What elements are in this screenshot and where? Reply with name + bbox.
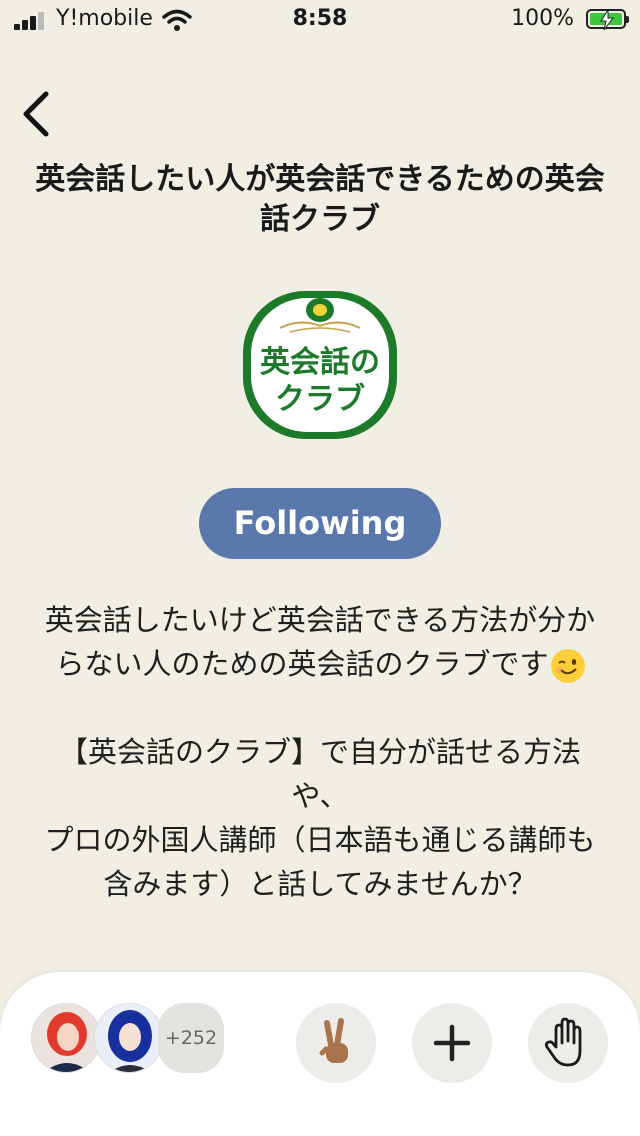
description-line-2: 【英会話のクラブ】で自分が話せる方法や、: [58, 735, 581, 813]
listener-count-badge[interactable]: +252: [158, 1003, 224, 1073]
status-bar: Y!mobile 8:58 100%: [0, 0, 640, 40]
peace-sign-button[interactable]: [296, 1003, 376, 1083]
club-logo: 英会話の クラブ: [240, 288, 400, 442]
battery-percent: 100%: [511, 6, 574, 31]
room-description: 英会話したいけど英会話できる方法が分からない人のための英会話のクラブです 【英会…: [34, 598, 606, 906]
following-button[interactable]: Following: [199, 488, 441, 559]
logo-text-line2: クラブ: [275, 382, 365, 417]
logo-text-line1: 英会話の: [260, 345, 380, 380]
page-title: 英会話したい人が英会話できるための英会話クラブ: [35, 162, 605, 237]
back-icon[interactable]: [14, 86, 60, 140]
avatar[interactable]: [31, 1003, 101, 1073]
raised-hand-icon: [544, 1017, 582, 1067]
battery-icon: [586, 9, 629, 30]
description-line-3: プロの外国人講師（日本語も通じる講師も含みます）と話してみませんか？: [44, 823, 596, 901]
wink-emoji-icon: [550, 649, 585, 683]
raise-hand-button[interactable]: [528, 1003, 608, 1083]
avatar[interactable]: [94, 1003, 164, 1073]
add-button[interactable]: [412, 1003, 492, 1083]
description-intro: 英会話したいけど英会話できる方法が分からない人のための英会話のクラブです: [44, 603, 596, 681]
plus-icon: [433, 1024, 471, 1062]
peace-sign-icon: [319, 1018, 348, 1063]
